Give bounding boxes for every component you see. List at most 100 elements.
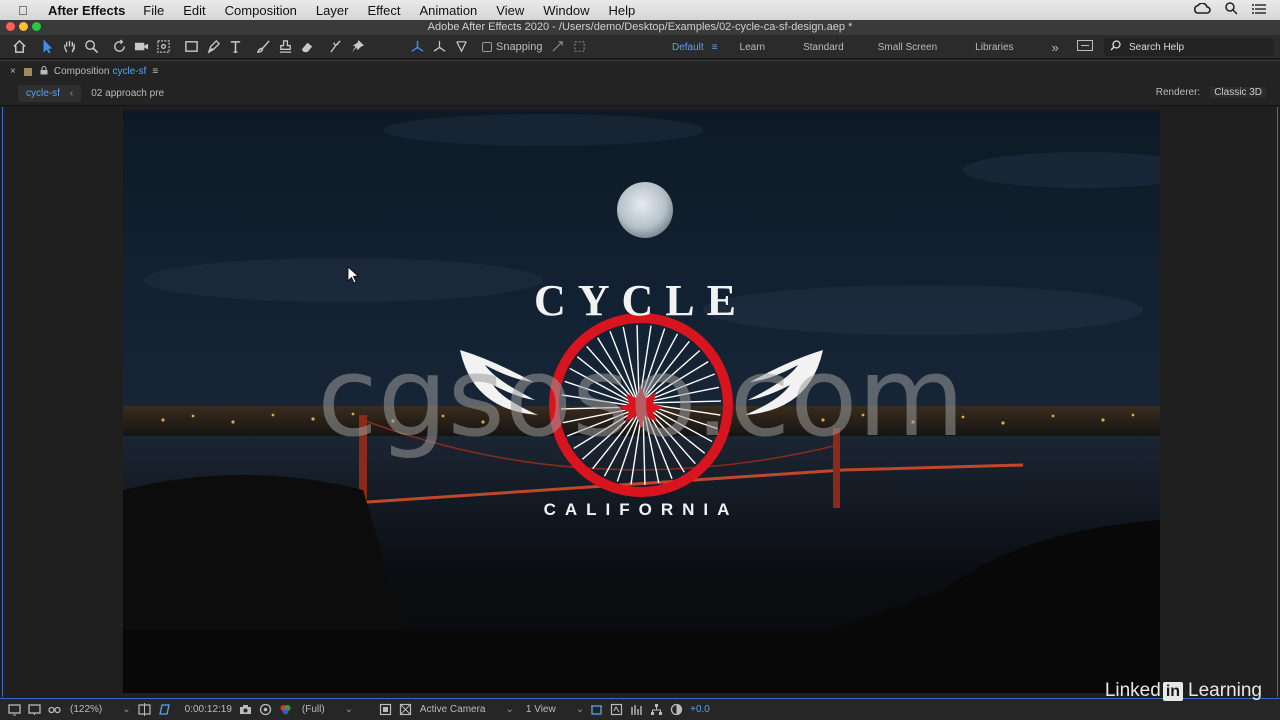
- timeline-icon[interactable]: [626, 703, 646, 716]
- view-layout-dropdown[interactable]: 1 View: [526, 704, 584, 715]
- renderer-control: Renderer: Classic 3D: [1156, 87, 1266, 98]
- menu-composition[interactable]: Composition: [225, 3, 297, 18]
- roto-brush-tool-icon[interactable]: [324, 36, 346, 58]
- world-axis-mode-icon[interactable]: [428, 36, 450, 58]
- panel-comp-name[interactable]: cycle-sf: [112, 66, 146, 77]
- workspace-libraries[interactable]: Libraries: [975, 42, 1013, 53]
- snap-edges-icon[interactable]: [569, 36, 591, 58]
- show-snapshot-icon[interactable]: [256, 703, 276, 716]
- zoom-tool-icon[interactable]: [80, 36, 102, 58]
- local-axis-mode-icon[interactable]: [406, 36, 428, 58]
- menu-help[interactable]: Help: [608, 3, 635, 18]
- view-axis-mode-icon[interactable]: [450, 36, 472, 58]
- apple-icon[interactable]: : [18, 3, 34, 18]
- menu-view[interactable]: View: [496, 3, 524, 18]
- transparency-grid-icon[interactable]: [396, 703, 416, 716]
- composition-frame[interactable]: CYCLE CALIFORNIA cgsoso.com: [123, 110, 1160, 693]
- current-time[interactable]: 0:00:12:19: [185, 704, 232, 715]
- menu-effect[interactable]: Effect: [367, 3, 400, 18]
- search-help-label: Search Help: [1129, 41, 1185, 53]
- moon: [617, 182, 673, 238]
- hand-tool-icon[interactable]: [58, 36, 80, 58]
- view-layout-value: 1 View: [525, 704, 556, 715]
- eraser-tool-icon[interactable]: [296, 36, 318, 58]
- resolution-dropdown[interactable]: (Full): [302, 704, 372, 715]
- snapping-checkbox[interactable]: [482, 41, 492, 52]
- menu-layer[interactable]: Layer: [316, 3, 349, 18]
- exposure-value[interactable]: +0.0: [690, 704, 710, 715]
- selection-tool-icon[interactable]: [36, 36, 58, 58]
- rectangle-tool-icon[interactable]: [180, 36, 202, 58]
- primary-viewer-icon[interactable]: [24, 703, 44, 716]
- camera-tool-icon[interactable]: [130, 36, 152, 58]
- breadcrumb-active[interactable]: cycle-sf ‹: [18, 85, 82, 102]
- home-icon[interactable]: [8, 36, 30, 58]
- camera-view-value: Active Camera: [419, 704, 486, 715]
- fast-previews-icon[interactable]: [606, 703, 626, 716]
- breadcrumb-next[interactable]: 02 approach pre: [91, 88, 164, 99]
- renderer-value[interactable]: Classic 3D: [1210, 87, 1266, 98]
- pan-behind-tool-icon[interactable]: [152, 36, 174, 58]
- logo-cycle-text: CYCLE: [534, 276, 748, 325]
- workspace-standard[interactable]: Standard: [803, 42, 844, 53]
- viewer-footer-bar: (122%) 0:00:12:19 (Full) Active Camera 1…: [0, 698, 1280, 720]
- reset-exposure-icon[interactable]: [666, 703, 686, 716]
- menu-file[interactable]: File: [143, 3, 164, 18]
- workspace-default[interactable]: Default: [672, 42, 704, 53]
- panel-menu-icon[interactable]: ≡: [152, 66, 158, 77]
- title-action-safe-icon[interactable]: [135, 703, 155, 716]
- flowchart-icon[interactable]: [646, 703, 666, 716]
- window-title: Adobe After Effects 2020 - /Users/demo/D…: [0, 20, 1280, 35]
- composition-viewer[interactable]: CYCLE CALIFORNIA cgsoso.com: [2, 107, 1278, 697]
- toggle-mask-visibility-icon[interactable]: [155, 703, 175, 716]
- chevron-left-icon: ‹: [69, 88, 74, 99]
- workspace-learn[interactable]: Learn: [740, 42, 766, 53]
- vr-glasses-icon[interactable]: [44, 703, 64, 716]
- rotation-tool-icon[interactable]: [108, 36, 130, 58]
- region-of-interest-icon[interactable]: [376, 703, 396, 716]
- search-help-field[interactable]: Search Help: [1104, 38, 1274, 56]
- spotlight-search-icon[interactable]: [1225, 2, 1238, 18]
- window-controls: [6, 22, 41, 31]
- menu-window[interactable]: Window: [543, 3, 589, 18]
- watermark-linked: Linked: [1104, 680, 1161, 701]
- workspace-menu-icon[interactable]: ≡: [712, 42, 718, 53]
- zoom-dropdown[interactable]: (122%): [70, 704, 131, 715]
- close-panel-icon[interactable]: ×: [10, 66, 16, 77]
- brush-tool-icon[interactable]: [252, 36, 274, 58]
- comp-navigator-bar: cycle-sf ‹ 02 approach pre Renderer: Cla…: [0, 82, 1280, 106]
- snap-options-icon[interactable]: [547, 36, 569, 58]
- logo-california-text: CALIFORNIA: [544, 500, 739, 519]
- renderer-label: Renderer:: [1155, 87, 1201, 98]
- snapshot-camera-icon[interactable]: [236, 703, 256, 716]
- snapping-toggle[interactable]: Snapping: [482, 41, 543, 53]
- camera-view-dropdown[interactable]: Active Camera: [420, 704, 514, 715]
- always-preview-icon[interactable]: [4, 703, 24, 716]
- menu-app-name[interactable]: After Effects: [48, 3, 125, 18]
- pen-tool-icon[interactable]: [202, 36, 224, 58]
- watermark-in-logo: in: [1162, 681, 1184, 701]
- zoom-window-button[interactable]: [32, 22, 41, 31]
- type-tool-icon[interactable]: [224, 36, 246, 58]
- minimize-window-button[interactable]: [19, 22, 28, 31]
- toggle-pixel-aspect-icon[interactable]: [586, 703, 606, 716]
- panel-prefix: Composition: [53, 66, 110, 77]
- more-workspaces-icon[interactable]: »: [1052, 40, 1059, 55]
- lock-icon[interactable]: [40, 65, 48, 78]
- clone-stamp-tool-icon[interactable]: [274, 36, 296, 58]
- workspace-panel-icon[interactable]: [1076, 40, 1093, 54]
- workspace-bar: Default ≡ Learn Standard Small Screen Li…: [672, 35, 1093, 59]
- overlay-watermark-text: cgsoso.com: [317, 333, 965, 461]
- workspace-small-screen[interactable]: Small Screen: [878, 42, 937, 53]
- menu-edit[interactable]: Edit: [183, 3, 205, 18]
- menu-animation[interactable]: Animation: [419, 3, 477, 18]
- tools-panel: Snapping Default ≡ Learn Standard Small …: [0, 35, 1280, 59]
- color-channels-icon[interactable]: [276, 703, 296, 716]
- zoom-value: (122%): [70, 704, 103, 715]
- creative-cloud-icon[interactable]: [1193, 1, 1211, 18]
- notification-center-icon[interactable]: [1252, 3, 1266, 18]
- puppet-pin-tool-icon[interactable]: [346, 36, 368, 58]
- menu-bar:  After Effects File Edit Composition La…: [0, 0, 1280, 20]
- close-window-button[interactable]: [6, 22, 15, 31]
- label-color-swatch[interactable]: [23, 67, 32, 76]
